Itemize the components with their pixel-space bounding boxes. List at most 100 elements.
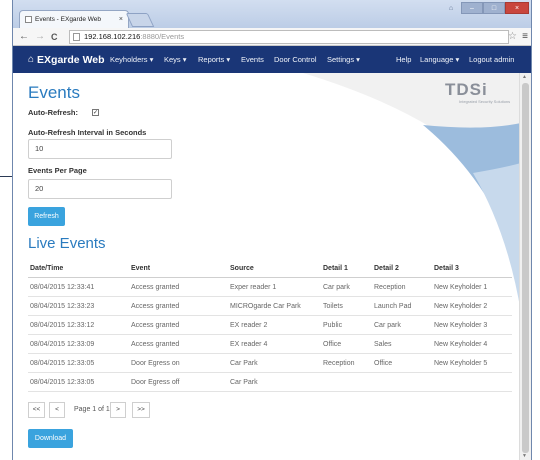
home-icon: ⌂	[28, 54, 35, 65]
last-page-button[interactable]: >>	[132, 402, 150, 418]
cell-datetime: 08/04/2015 12:33:23	[30, 303, 95, 310]
cell-event: Door Egress off	[131, 379, 180, 386]
table-row: 08/04/2015 12:33:05 Door Egress on Car P…	[28, 354, 512, 373]
auto-refresh-checkbox[interactable]: ✓	[92, 109, 99, 116]
table-row: 08/04/2015 12:33:05 Door Egress off Car …	[28, 373, 512, 392]
browser-menu-icon[interactable]: ≡	[522, 30, 528, 44]
close-window-button[interactable]: ×	[505, 2, 529, 14]
cell-detail-3: New Keyholder 1	[434, 284, 488, 291]
nav-keys[interactable]: Keys ▾	[164, 46, 187, 73]
user-icon[interactable]: ⌂	[445, 2, 457, 14]
minimize-button[interactable]: –	[461, 2, 483, 14]
table-header-row: Date/Time Event Source Detail 1 Detail 2…	[28, 260, 512, 278]
cell-detail-1: Car park	[323, 284, 350, 291]
cell-source: Car Park	[230, 360, 258, 367]
url-field[interactable]: 192.168.102.216:8880/Events	[69, 30, 509, 44]
cell-detail-1: Reception	[323, 360, 355, 367]
cell-detail-2: Car park	[374, 322, 401, 329]
brand-name: EXgarde Web	[37, 53, 105, 66]
browser-window: Events - EXgarde Web × ⌂ – □ × ← → C 192…	[12, 0, 532, 460]
cell-source: Exper reader 1	[230, 284, 277, 291]
first-page-button[interactable]: <<	[28, 402, 45, 418]
url-host: 192.168.102.216	[84, 32, 141, 41]
prev-page-button[interactable]: <	[49, 402, 65, 418]
cell-source: EX reader 2	[230, 322, 268, 329]
reload-icon[interactable]: C	[51, 30, 58, 44]
cell-source: Car Park	[230, 379, 258, 386]
nav-logout[interactable]: Logout admin	[469, 46, 514, 73]
cell-detail-2: Reception	[374, 284, 406, 291]
per-page-label: Events Per Page	[28, 166, 87, 175]
cell-detail-2: Sales	[374, 341, 392, 348]
events-table: Date/Time Event Source Detail 1 Detail 2…	[28, 260, 512, 392]
download-button[interactable]: Download	[28, 429, 73, 448]
app-navbar: ⌂ EXgarde Web Keyholders ▾ Keys ▾ Report…	[13, 46, 531, 73]
cell-detail-1: Public	[323, 322, 343, 329]
cell-detail-1: Toilets	[323, 303, 343, 310]
scroll-up-icon[interactable]: ▲	[522, 74, 527, 80]
cell-datetime: 08/04/2015 12:33:41	[30, 284, 95, 291]
cell-event: Access granted	[131, 303, 180, 310]
column-header[interactable]: Detail 2	[374, 260, 399, 279]
page-indicator: Page 1 of 1	[74, 406, 110, 413]
cell-detail-3: New Keyholder 5	[434, 360, 488, 367]
main-content: TDSi Integrated Security Solutions Event…	[13, 73, 521, 460]
cell-detail-3: New Keyholder 4	[434, 341, 488, 348]
cell-detail-2: Office	[374, 360, 393, 367]
scroll-thumb[interactable]	[522, 83, 529, 453]
cell-source: MICROgarde Car Park	[230, 303, 301, 310]
nav-door-control[interactable]: Door Control	[274, 46, 317, 73]
cell-event: Access granted	[131, 322, 180, 329]
interval-input[interactable]: 10	[28, 139, 172, 159]
column-header[interactable]: Event	[131, 260, 150, 279]
nav-events[interactable]: Events	[241, 46, 264, 73]
nav-help[interactable]: Help	[396, 46, 411, 73]
favicon-icon	[25, 16, 32, 23]
forward-arrow-icon[interactable]: →	[35, 30, 45, 44]
browser-tab[interactable]: Events - EXgarde Web ×	[19, 10, 129, 28]
title-bar: Events - EXgarde Web × ⌂ – □ ×	[13, 0, 531, 28]
new-tab-button[interactable]	[125, 13, 155, 27]
back-arrow-icon[interactable]: ←	[19, 30, 29, 44]
table-row: 08/04/2015 12:33:09 Access granted EX re…	[28, 335, 512, 354]
column-header[interactable]: Date/Time	[30, 260, 63, 279]
cell-detail-3: New Keyholder 3	[434, 322, 488, 329]
nav-language[interactable]: Language ▾	[420, 46, 459, 73]
interval-label: Auto-Refresh Interval in Seconds	[28, 128, 147, 137]
live-events-title: Live Events	[28, 235, 106, 252]
table-row: 08/04/2015 12:33:12 Access granted EX re…	[28, 316, 512, 335]
refresh-button[interactable]: Refresh	[28, 207, 65, 226]
nav-keyholders[interactable]: Keyholders ▾	[110, 46, 153, 73]
scroll-down-icon[interactable]: ▼	[522, 453, 527, 459]
column-header[interactable]: Detail 3	[434, 260, 459, 279]
cell-datetime: 08/04/2015 12:33:05	[30, 379, 95, 386]
page-title: Events	[28, 83, 80, 102]
cell-detail-2: Launch Pad	[374, 303, 412, 310]
cell-datetime: 08/04/2015 12:33:12	[30, 322, 95, 329]
table-row: 08/04/2015 12:33:41 Access granted Exper…	[28, 278, 512, 297]
cell-detail-1: Office	[323, 341, 342, 348]
cell-event: Access granted	[131, 284, 180, 291]
nav-settings[interactable]: Settings ▾	[327, 46, 360, 73]
url-path: :8880/Events	[140, 32, 185, 41]
cell-event: Access granted	[131, 341, 180, 348]
cell-source: EX reader 4	[230, 341, 268, 348]
logo-tagline: Integrated Security Solutions	[459, 99, 511, 104]
cell-datetime: 08/04/2015 12:33:05	[30, 360, 95, 367]
address-bar-row: ← → C 192.168.102.216:8880/Events ☆ ≡	[13, 28, 531, 46]
per-page-input[interactable]: 20	[28, 179, 172, 199]
cell-datetime: 08/04/2015 12:33:09	[30, 341, 95, 348]
column-header[interactable]: Source	[230, 260, 254, 279]
screen: Events - EXgarde Web × ⌂ – □ × ← → C 192…	[0, 0, 540, 460]
tab-title: Events - EXgarde Web	[35, 16, 101, 23]
page-icon	[73, 33, 80, 41]
column-header[interactable]: Detail 1	[323, 260, 348, 279]
vertical-scrollbar[interactable]: ▲ ▼	[519, 73, 531, 460]
maximize-button[interactable]: □	[483, 2, 505, 14]
bookmark-star-icon[interactable]: ☆	[508, 30, 517, 44]
brand-link[interactable]: ⌂ EXgarde Web	[28, 46, 105, 73]
table-row: 08/04/2015 12:33:23 Access granted MICRO…	[28, 297, 512, 316]
nav-reports[interactable]: Reports ▾	[198, 46, 230, 73]
tdsi-logo: TDSi	[445, 80, 488, 99]
next-page-button[interactable]: >	[110, 402, 126, 418]
